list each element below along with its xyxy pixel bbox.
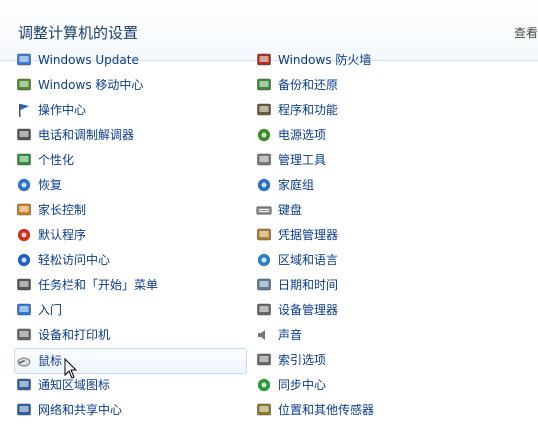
programs-features-icon (256, 102, 272, 118)
date-time-icon (256, 277, 272, 293)
control-panel-item[interactable]: 区域和语言 (256, 248, 338, 272)
control-panel-item[interactable]: 鼠标 (14, 348, 247, 374)
control-panel-item[interactable]: 轻松访问中心 (16, 248, 110, 272)
control-panel-items: Windows Update Windows 移动中心 操作中心电话和调制解调器 个性… (0, 52, 538, 424)
control-panel-item[interactable]: 恢复 (16, 173, 62, 197)
control-panel-item-label: 键盘 (278, 203, 303, 217)
personalization-icon (16, 152, 32, 168)
control-panel-item-label: 日期和时间 (278, 278, 339, 292)
control-panel-item-label: 程序和功能 (278, 103, 339, 117)
windows-update-icon (16, 52, 32, 68)
page-title: 调整计算机的设置 (18, 24, 139, 42)
control-panel-item-label: 操作中心 (38, 103, 87, 117)
action-center-flag-icon (16, 102, 32, 118)
mouse-cursor-icon (64, 358, 78, 379)
network-sharing-icon (16, 402, 32, 418)
phone-modem-icon (16, 127, 32, 143)
control-panel-item[interactable]: 位置和其他传感器 (256, 398, 374, 422)
backup-restore-icon (256, 77, 272, 93)
control-panel-item-label: Windows 防火墙 (278, 53, 372, 67)
control-panel-item-label: 备份和还原 (278, 78, 339, 92)
control-panel-item-label: 凭据管理器 (278, 228, 339, 242)
control-panel-item[interactable]: 设备和打印机 (16, 323, 110, 347)
control-panel-item-label: 电话和调制解调器 (38, 128, 135, 142)
region-language-icon (256, 252, 272, 268)
control-panel-item-label: 声音 (278, 328, 303, 342)
control-panel-item[interactable]: 操作中心 (16, 98, 86, 122)
parental-controls-icon (16, 202, 32, 218)
control-panel-item[interactable]: 备份和还原 (256, 73, 338, 97)
control-panel-item-label: 区域和语言 (278, 253, 339, 267)
control-panel-item[interactable]: 声音 (256, 323, 302, 347)
control-panel-item[interactable]: 程序和功能 (256, 98, 338, 122)
control-panel-item-label: 恢复 (38, 178, 63, 192)
control-panel-item-label: Windows 移动中心 (38, 78, 144, 92)
recovery-icon (16, 177, 32, 193)
device-manager-icon (256, 302, 272, 318)
control-panel-item[interactable]: 管理工具 (256, 148, 326, 172)
notification-area-icon (16, 377, 32, 393)
control-panel-item-label: 默认程序 (38, 228, 87, 242)
control-panel-item[interactable]: 凭据管理器 (256, 223, 338, 247)
control-panel-item-label: 鼠标 (38, 354, 63, 368)
control-panel-item-label: 轻松访问中心 (38, 253, 111, 267)
control-panel-item[interactable]: 网络和共享中心 (16, 398, 122, 422)
control-panel-item[interactable]: 日期和时间 (256, 273, 338, 297)
control-panel-item[interactable]: Windows 移动中心 (16, 73, 143, 97)
control-panel-item[interactable]: 通知区域图标 (16, 373, 110, 397)
control-panel-item-label: 同步中心 (278, 378, 327, 392)
indexing-options-icon (256, 352, 272, 368)
sync-center-icon (256, 377, 272, 393)
control-panel-item[interactable]: 电话和调制解调器 (16, 123, 134, 147)
control-panel-item-label: 个性化 (38, 153, 75, 167)
mouse-icon (16, 353, 32, 369)
getting-started-icon (16, 302, 32, 318)
control-panel-item-label: 电源选项 (278, 128, 327, 142)
control-panel-item-label: 家庭组 (278, 178, 315, 192)
control-panel-item[interactable]: 索引选项 (256, 348, 326, 372)
firewall-icon (256, 52, 272, 68)
control-panel-item[interactable]: Windows 防火墙 (256, 52, 371, 72)
control-panel-item-label: 位置和其他传感器 (278, 403, 375, 417)
ease-of-access-icon (16, 252, 32, 268)
control-panel-item[interactable]: 任务栏和「开始」菜单 (16, 273, 158, 297)
default-programs-icon (16, 227, 32, 243)
admin-tools-icon (256, 152, 272, 168)
control-panel-item-label: 网络和共享中心 (38, 403, 123, 417)
sound-icon (256, 327, 272, 343)
control-panel-item[interactable]: 家长控制 (16, 198, 86, 222)
power-options-icon (256, 127, 272, 143)
homegroup-icon (256, 177, 272, 193)
control-panel-item[interactable]: 入门 (16, 298, 62, 322)
control-panel-item[interactable]: Windows Update (16, 52, 139, 72)
control-panel-item[interactable]: 电源选项 (256, 123, 326, 147)
control-panel-item[interactable]: 家庭组 (256, 173, 314, 197)
taskbar-start-menu-icon (16, 277, 32, 293)
mobility-center-icon (16, 77, 32, 93)
control-panel-item[interactable]: 默认程序 (16, 223, 86, 247)
control-panel-item-label: Windows Update (38, 53, 139, 67)
control-panel-item[interactable]: 设备管理器 (256, 298, 338, 322)
control-panel-item-label: 任务栏和「开始」菜单 (38, 278, 159, 292)
view-by-label[interactable]: 查看 (514, 24, 538, 41)
keyboard-icon (256, 202, 272, 218)
devices-printers-icon (16, 327, 32, 343)
control-panel-item[interactable]: 个性化 (16, 148, 74, 172)
control-panel-item-label: 设备和打印机 (38, 328, 111, 342)
control-panel-item-label: 入门 (38, 303, 63, 317)
control-panel-item[interactable]: 同步中心 (256, 373, 326, 397)
control-panel-item[interactable]: 键盘 (256, 198, 302, 222)
credential-manager-icon (256, 227, 272, 243)
control-panel-item-label: 管理工具 (278, 153, 327, 167)
control-panel-item-label: 设备管理器 (278, 303, 339, 317)
location-sensors-icon (256, 402, 272, 418)
control-panel-item-label: 索引选项 (278, 353, 327, 367)
control-panel-item-label: 家长控制 (38, 203, 87, 217)
